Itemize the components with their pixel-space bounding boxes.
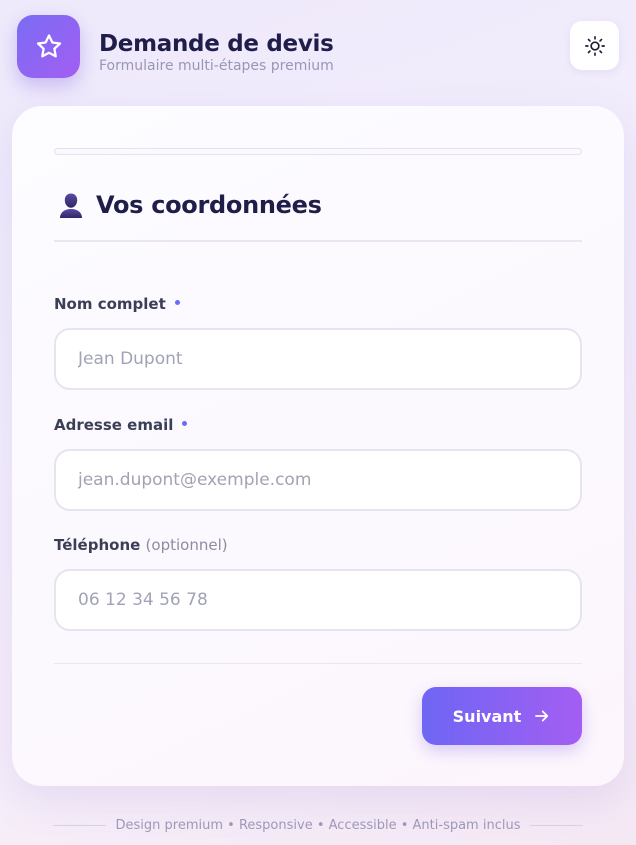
- user-icon: [56, 190, 86, 220]
- arrow-right-icon: [533, 707, 551, 725]
- next-button-label: Suivant: [452, 706, 522, 726]
- footer-line-right: [530, 824, 583, 826]
- progress-bar: [54, 148, 582, 155]
- required-indicator: [182, 421, 188, 426]
- footer-text: Design premium • Responsive • Accessible…: [115, 817, 521, 833]
- email-field[interactable]: [54, 449, 582, 511]
- optional-note: (optionnel): [145, 536, 228, 554]
- app-logo: [17, 15, 80, 78]
- email-label-text: Adresse email: [54, 416, 174, 434]
- section-header: Vos coordonnées: [56, 190, 322, 220]
- page-footer: Design premium • Responsive • Accessible…: [53, 815, 583, 835]
- next-button[interactable]: Suivant: [422, 687, 582, 745]
- phone-label: Téléphone (optionnel): [54, 536, 228, 554]
- actions-divider: [54, 663, 582, 664]
- form-card: Vos coordonnées Nom complet Adresse emai…: [12, 106, 624, 786]
- email-label: Adresse email: [54, 416, 188, 434]
- page-header: Demande de devis Formulaire multi-étapes…: [17, 15, 619, 81]
- theme-toggle-button[interactable]: [570, 21, 619, 70]
- footer-line-left: [53, 824, 106, 826]
- phone-field[interactable]: [54, 569, 582, 631]
- phone-label-text: Téléphone: [54, 536, 141, 554]
- star-icon: [34, 32, 64, 62]
- section-divider: [54, 240, 582, 242]
- name-label: Nom complet: [54, 295, 180, 313]
- sun-icon: [584, 35, 606, 57]
- name-field[interactable]: [54, 328, 582, 390]
- page-title: Demande de devis: [99, 31, 334, 57]
- page-subtitle: Formulaire multi-étapes premium: [99, 58, 334, 74]
- section-title: Vos coordonnées: [96, 191, 322, 219]
- required-indicator: [174, 300, 180, 305]
- name-label-text: Nom complet: [54, 295, 166, 313]
